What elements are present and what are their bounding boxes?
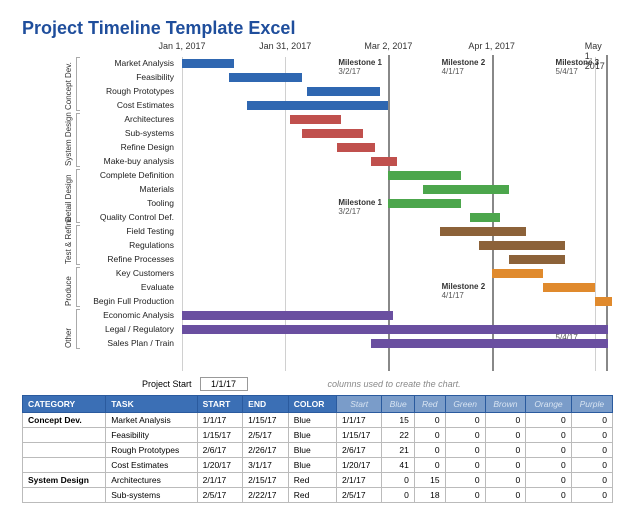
table-header-hidden: Red xyxy=(414,396,445,413)
gantt-bar xyxy=(290,115,342,124)
project-start-label: Project Start xyxy=(142,379,192,389)
page-title: Project Timeline Template Excel xyxy=(22,18,613,39)
table-header: COLOR xyxy=(288,396,336,413)
gantt-bar xyxy=(247,101,389,110)
table-header: END xyxy=(243,396,289,413)
gantt-bar xyxy=(302,129,362,138)
gantt-bar xyxy=(307,87,380,96)
gantt-bar xyxy=(371,157,397,166)
group-label: Produce xyxy=(64,276,73,306)
gantt-bar xyxy=(470,213,500,222)
gantt-bar xyxy=(440,227,526,236)
group-label: System Design xyxy=(64,112,73,166)
gantt-bar xyxy=(479,241,565,250)
axis-tick: Mar 2, 2017 xyxy=(364,41,412,51)
table-header-hidden: Green xyxy=(445,396,485,413)
table-row: Feasibility1/15/172/5/17Blue1/15/1722000… xyxy=(23,428,613,443)
table-header-hidden: Start xyxy=(336,396,382,413)
axis-tick: Jan 31, 2017 xyxy=(259,41,311,51)
table-header: CATEGORY xyxy=(23,396,106,413)
gantt-bar xyxy=(595,297,612,306)
gantt-bar xyxy=(423,185,509,194)
table-row: Rough Prototypes2/6/172/26/17Blue2/6/172… xyxy=(23,443,613,458)
group-label: Other xyxy=(64,328,73,348)
gantt-bar xyxy=(229,73,302,82)
group-label: Test & Refine xyxy=(64,216,73,264)
table-row: Concept Dev.Market Analysis1/1/171/15/17… xyxy=(23,413,613,428)
table-header-hidden: Purple xyxy=(571,396,612,413)
table-row: Cost Estimates1/20/173/1/17Blue1/20/1741… xyxy=(23,458,613,473)
table-header-hidden: Brown xyxy=(485,396,526,413)
group-label: Detail Design xyxy=(64,174,73,222)
table-row: System DesignArchitectures2/1/172/15/17R… xyxy=(23,473,613,488)
gantt-bar xyxy=(182,59,234,68)
table-header: START xyxy=(197,396,243,413)
gantt-rows: Market AnalysisFeasibilityRough Prototyp… xyxy=(22,57,613,351)
table-row: Sub-systems2/5/172/22/17Red2/5/170180000 xyxy=(23,488,613,503)
hidden-cols-note: columns used to create the chart. xyxy=(328,379,461,389)
gantt-bar xyxy=(543,283,595,292)
gantt-bar xyxy=(182,311,393,320)
axis-tick: Jan 1, 2017 xyxy=(158,41,205,51)
data-table: CATEGORYTASKSTARTENDCOLORStartBlueRedGre… xyxy=(22,395,613,503)
axis-tick: Apr 1, 2017 xyxy=(468,41,515,51)
project-start-input[interactable]: 1/1/17 xyxy=(200,377,248,391)
table-header-hidden: Blue xyxy=(382,396,414,413)
gantt-bar xyxy=(371,339,608,348)
gantt-chart: Jan 1, 2017 Jan 31, 2017 Mar 2, 2017 Apr 1,… xyxy=(22,41,613,371)
gantt-bar xyxy=(388,199,461,208)
gantt-bar xyxy=(337,143,376,152)
time-axis: Jan 1, 2017Jan 31, 2017Mar 2, 2017Apr 1,… xyxy=(182,41,613,57)
gantt-bar xyxy=(182,325,608,334)
gantt-bar xyxy=(492,269,544,278)
gantt-groups: Concept Dev. System Design Detail DesignTe… xyxy=(22,57,92,371)
table-header-hidden: Orange xyxy=(526,396,572,413)
table-header: TASK xyxy=(106,396,197,413)
group-label: Concept Dev. xyxy=(64,62,73,110)
gantt-bar xyxy=(509,255,565,264)
gantt-bar xyxy=(388,171,461,180)
